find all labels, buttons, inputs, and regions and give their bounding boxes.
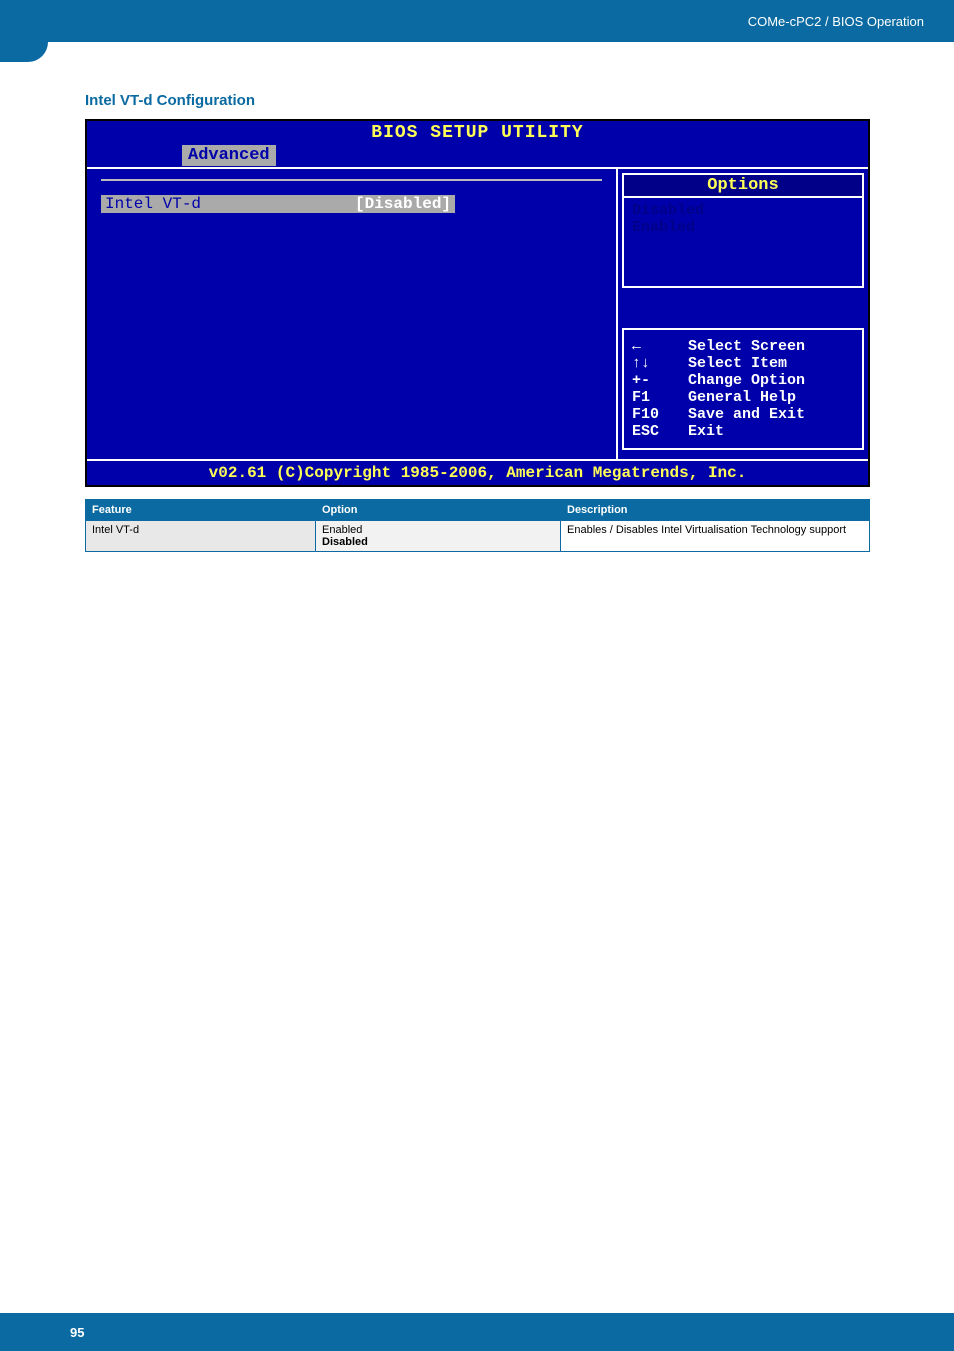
help-text: General Help (688, 389, 796, 406)
page-body: Intel VT-d Configuration BIOS SETUP UTIL… (0, 42, 954, 552)
help-key-left-icon: ← (632, 338, 688, 355)
options-box: Disabled Enabled (622, 198, 864, 288)
option-enabled-text: Enabled (322, 524, 362, 536)
bios-tab-bar: Advanced (87, 145, 868, 167)
bios-screenshot: BIOS SETUP UTILITY Advanced Intel VT-d [… (85, 119, 870, 487)
feature-table: Feature Option Description Intel VT-d En… (85, 499, 870, 552)
cell-option: Enabled Disabled (316, 521, 561, 552)
col-option: Option (316, 500, 561, 521)
help-key-plusminus-icon: +- (632, 372, 688, 389)
bios-right-pane: Options Disabled Enabled ←Select Screen … (618, 169, 868, 459)
cell-feature: Intel VT-d (86, 521, 316, 552)
breadcrumb: COMe-cPC2 / BIOS Operation (748, 14, 924, 29)
options-header: Options (622, 173, 864, 198)
divider (101, 179, 602, 181)
help-box: ←Select Screen ↑↓Select Item +-Change Op… (622, 328, 864, 450)
cell-description: Enables / Disables Intel Virtualisation … (561, 521, 870, 552)
bios-tab-advanced[interactable]: Advanced (182, 145, 276, 166)
bios-copyright-footer: v02.61 (C)Copyright 1985-2006, American … (87, 459, 868, 485)
table-row: Intel VT-d Enabled Disabled Enables / Di… (86, 521, 870, 552)
help-text: Save and Exit (688, 406, 805, 423)
page-header: COMe-cPC2 / BIOS Operation (0, 0, 954, 42)
setting-label: Intel VT-d (101, 195, 351, 213)
page-footer: 95 (0, 1313, 954, 1351)
table-header-row: Feature Option Description (86, 500, 870, 521)
bios-title: BIOS SETUP UTILITY (87, 121, 868, 145)
help-key-updown-icon: ↑↓ (632, 355, 688, 372)
help-text: Select Screen (688, 338, 805, 355)
help-key-f1: F1 (632, 389, 688, 406)
bios-left-pane: Intel VT-d [Disabled] (87, 169, 618, 459)
help-key-esc: ESC (632, 423, 688, 440)
col-description: Description (561, 500, 870, 521)
page-number: 95 (70, 1325, 84, 1340)
bios-setting-row[interactable]: Intel VT-d [Disabled] (101, 195, 455, 213)
help-text: Change Option (688, 372, 805, 389)
option-disabled-text: Disabled (322, 536, 368, 548)
col-feature: Feature (86, 500, 316, 521)
option-disabled[interactable]: Disabled (632, 202, 854, 219)
option-enabled[interactable]: Enabled (632, 219, 854, 236)
help-key-f10: F10 (632, 406, 688, 423)
setting-value[interactable]: [Disabled] (351, 195, 455, 213)
help-text: Select Item (688, 355, 787, 372)
section-title: Intel VT-d Configuration (85, 92, 894, 109)
help-text: Exit (688, 423, 724, 440)
